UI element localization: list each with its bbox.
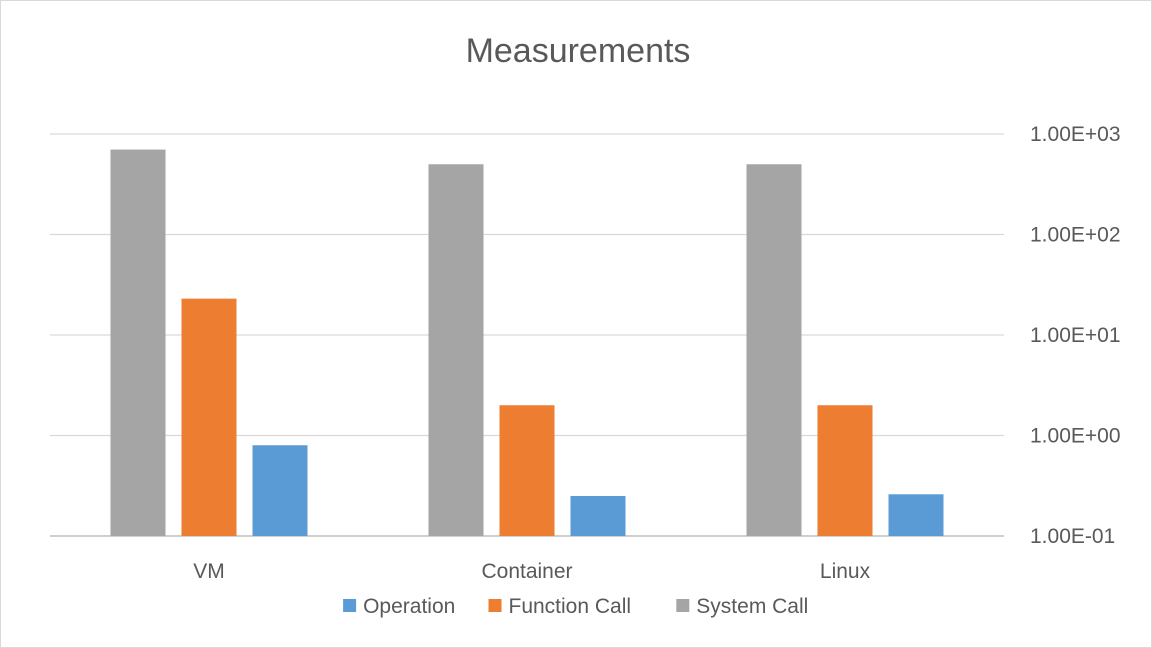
bar-operation-container [570,496,626,536]
x-axis-category-labels: VM Container Linux [193,560,870,583]
bar-chart: Measurements 1.00E-011.00E+001.00E+011.0… [50,32,1121,618]
y-tick-label: 1.00E+03 [1030,123,1121,146]
bar-operation-linux [888,494,944,536]
x-category-label: Container [481,560,572,583]
bars [110,149,944,537]
y-tick-label: 1.00E+00 [1030,425,1121,448]
legend-label: System Call [696,595,808,618]
chart-title: Measurements [466,32,691,70]
bar-function-call-container [499,405,555,536]
legend-swatch [343,599,357,612]
legend: Operation Function Call System Call [343,595,808,618]
bar-function-call-vm [181,298,237,536]
bar-system-call-container [428,164,484,536]
legend-swatch [676,599,690,612]
bar-system-call-linux [746,164,802,536]
y-axis-tick-labels: 1.00E-01 1.00E+00 1.00E+01 1.00E+02 1.00E+03 [1030,123,1121,548]
legend-label: Function Call [509,595,632,618]
y-tick-label: 1.00E+01 [1030,324,1121,347]
y-tick-label: 1.00E-01 [1030,525,1115,548]
bar-operation-vm [252,445,308,536]
x-category-label: VM [193,560,225,583]
legend-swatch [488,599,502,612]
bar-system-call-vm [110,149,166,537]
bar-function-call-linux [817,405,873,536]
x-category-label: Linux [820,560,871,583]
y-tick-label: 1.00E+02 [1030,224,1121,247]
legend-label: Operation [363,595,455,618]
